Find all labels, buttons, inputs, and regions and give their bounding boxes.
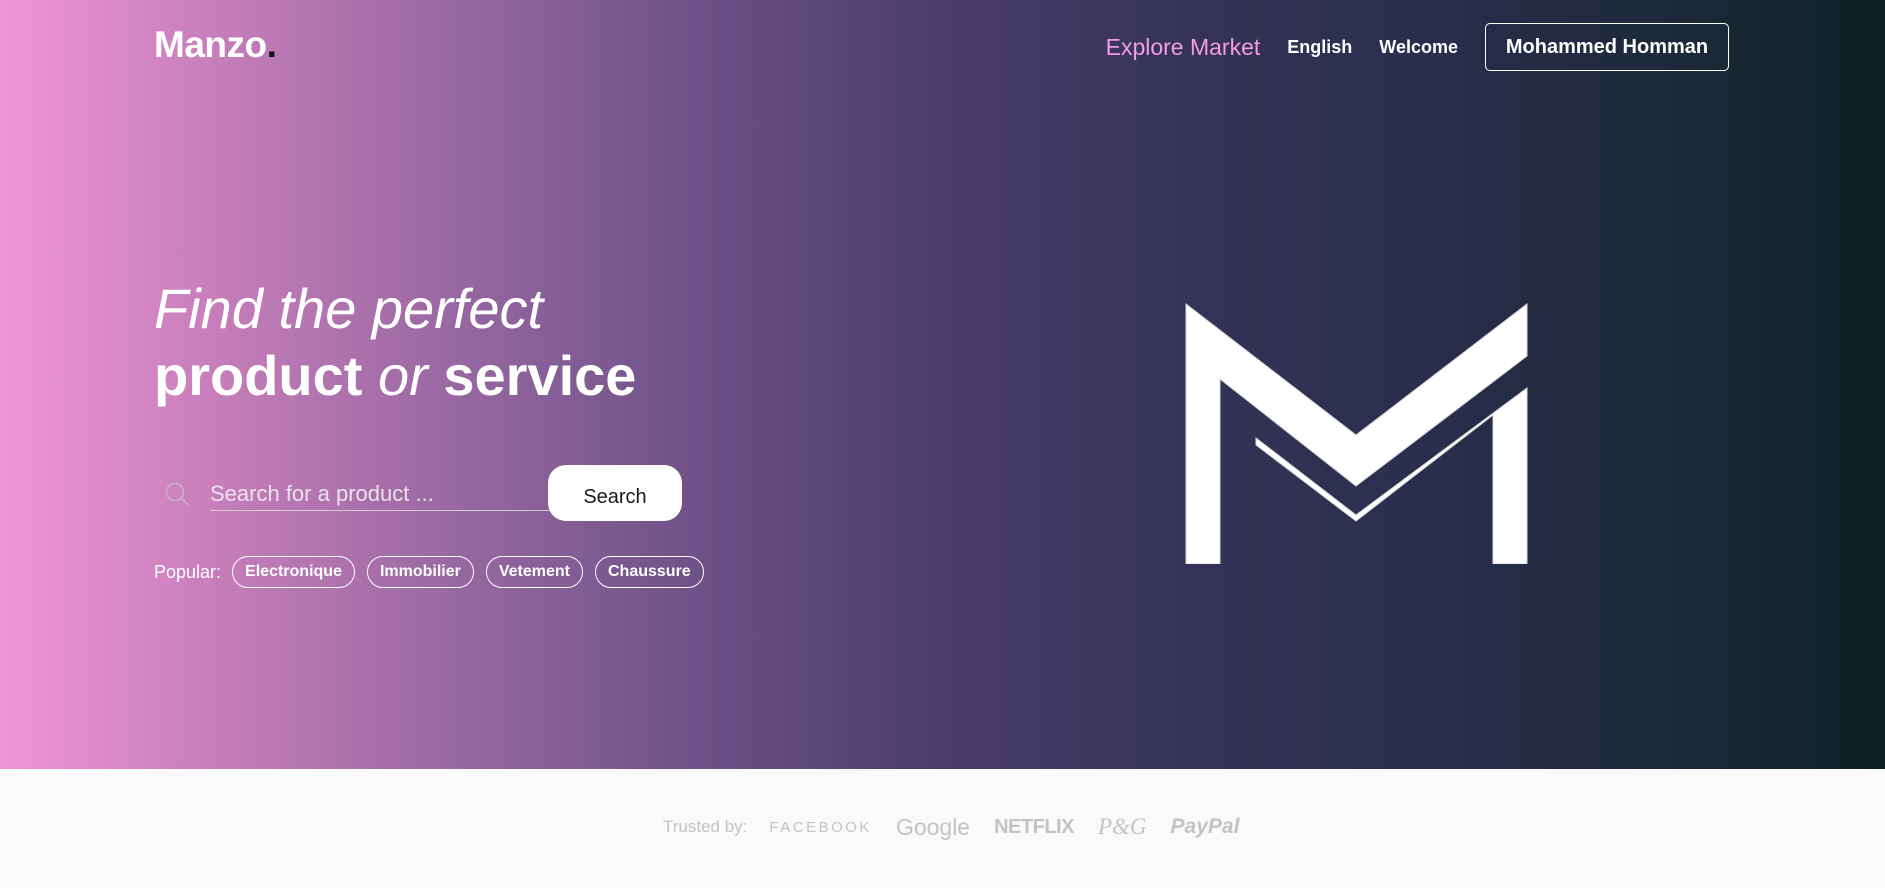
search-input[interactable] [210, 477, 550, 511]
headline-or: or [377, 344, 428, 407]
top-nav: Explore Market English Welcome Mohammed … [1106, 23, 1729, 71]
search-button[interactable]: Search [548, 465, 682, 521]
logo-text: Manzo [154, 24, 267, 65]
tag-immobilier[interactable]: Immobilier [366, 556, 474, 588]
user-account-button[interactable]: Mohammed Homman [1485, 23, 1729, 71]
nav-explore-market[interactable]: Explore Market [1106, 34, 1261, 61]
brand-logo-mark [1185, 302, 1528, 564]
hero-headline: Find the perfect product or service [154, 276, 636, 410]
headline-service: service [443, 344, 637, 407]
nav-language[interactable]: English [1287, 37, 1352, 58]
trusted-by-row: Trusted by: FACEBOOK Google NETFLIX P&G … [663, 812, 1239, 842]
headline-line-2: product or service [154, 342, 636, 410]
tag-chaussure[interactable]: Chaussure [595, 556, 704, 588]
headline-product: product [154, 344, 363, 407]
pg-logo: P&G [1097, 814, 1147, 839]
logo[interactable]: Manzo. [154, 24, 277, 66]
nav-welcome[interactable]: Welcome [1379, 37, 1458, 58]
paypal-logo: PayPal [1170, 815, 1240, 838]
trusted-label: Trusted by: [663, 817, 748, 836]
search-icon [165, 482, 189, 506]
google-logo: Google [895, 813, 971, 840]
netflix-logo: NETFLIX [994, 815, 1074, 838]
tag-vetement[interactable]: Vetement [485, 556, 583, 588]
logo-dot: . [266, 24, 277, 65]
search-bar: Search [154, 465, 684, 521]
headline-line-1: Find the perfect [154, 277, 544, 340]
facebook-logo: FACEBOOK [769, 818, 872, 836]
popular-label: Popular: [154, 561, 222, 582]
popular-tags: Popular: Electronique Immobilier Vetemen… [154, 556, 716, 588]
hero-section: Manzo. Explore Market English Welcome Mo… [0, 0, 1885, 769]
tag-electronique[interactable]: Electronique [232, 556, 355, 588]
